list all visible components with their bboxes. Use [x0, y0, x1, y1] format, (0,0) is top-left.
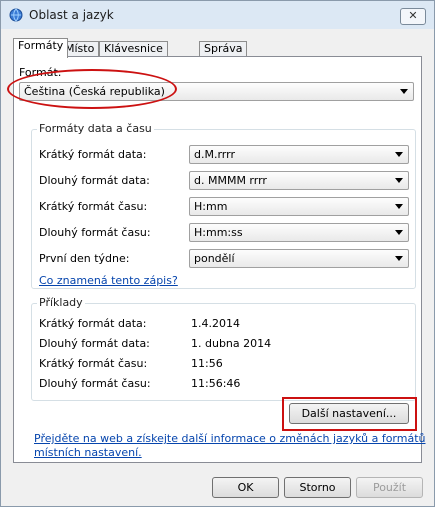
chevron-down-icon	[395, 230, 403, 235]
long-date-select[interactable]: d. MMMM rrrr	[189, 171, 409, 190]
apply-button[interactable]: Použít	[356, 477, 423, 498]
cancel-button[interactable]: Storno	[284, 477, 351, 498]
example-long-time-value: 11:56:46	[191, 377, 241, 390]
tab-formats[interactable]: Formáty	[13, 38, 69, 58]
format-help-link[interactable]: Co znamená tento zápis?	[39, 274, 178, 287]
long-time-value: H:mm:ss	[194, 226, 243, 239]
example-long-time-label: Dlouhý formát času:	[39, 377, 151, 390]
short-date-select[interactable]: d.M.rrrr	[189, 145, 409, 164]
globe-icon	[9, 8, 23, 22]
datetime-group-title: Formáty data a času	[37, 122, 154, 135]
region-language-dialog: Oblast a jazyk ✕ Formáty Místo Klávesnic…	[0, 0, 435, 507]
short-time-label: Krátký formát času:	[39, 200, 148, 213]
examples-group-title: Příklady	[37, 296, 85, 309]
example-long-date-label: Dlouhý formát data:	[39, 337, 150, 350]
example-short-date-value: 1.4.2014	[191, 317, 240, 330]
chevron-down-icon	[395, 152, 403, 157]
chevron-down-icon	[395, 256, 403, 261]
example-long-date-value: 1. dubna 2014	[191, 337, 272, 350]
first-day-label: První den týdne:	[39, 252, 130, 265]
close-button[interactable]: ✕	[400, 8, 426, 25]
short-date-value: d.M.rrrr	[194, 148, 235, 161]
chevron-down-icon	[395, 178, 403, 183]
close-icon: ✕	[408, 9, 418, 22]
long-time-select[interactable]: H:mm:ss	[189, 223, 409, 242]
example-short-time-value: 11:56	[191, 357, 223, 370]
example-short-time-label: Krátký formát času:	[39, 357, 148, 370]
short-date-label: Krátký formát data:	[39, 148, 147, 161]
ok-button[interactable]: OK	[212, 477, 279, 498]
chevron-down-icon	[400, 89, 408, 94]
short-time-value: H:mm	[194, 200, 228, 213]
example-short-date-label: Krátký formát data:	[39, 317, 147, 330]
first-day-select[interactable]: pondělí	[189, 249, 409, 268]
long-date-label: Dlouhý formát data:	[39, 174, 150, 187]
window-title: Oblast a jazyk	[29, 8, 114, 22]
tab-keyboards-languages[interactable]: Klávesnice a jazyky	[99, 41, 168, 69]
long-date-value: d. MMMM rrrr	[194, 174, 267, 187]
short-time-select[interactable]: H:mm	[189, 197, 409, 216]
long-time-label: Dlouhý formát času:	[39, 226, 151, 239]
web-info-link-line2[interactable]: místních nastavení.	[34, 446, 142, 459]
chevron-down-icon	[395, 204, 403, 209]
title-bar[interactable]: Oblast a jazyk ✕	[1, 1, 434, 29]
highlight-format-annotation	[7, 69, 177, 109]
first-day-value: pondělí	[194, 252, 235, 265]
tab-administrative[interactable]: Správa	[199, 41, 248, 56]
web-info-link-line1[interactable]: Přejděte na web a získejte další informa…	[34, 432, 426, 445]
highlight-additional-settings-annotation	[282, 397, 417, 431]
